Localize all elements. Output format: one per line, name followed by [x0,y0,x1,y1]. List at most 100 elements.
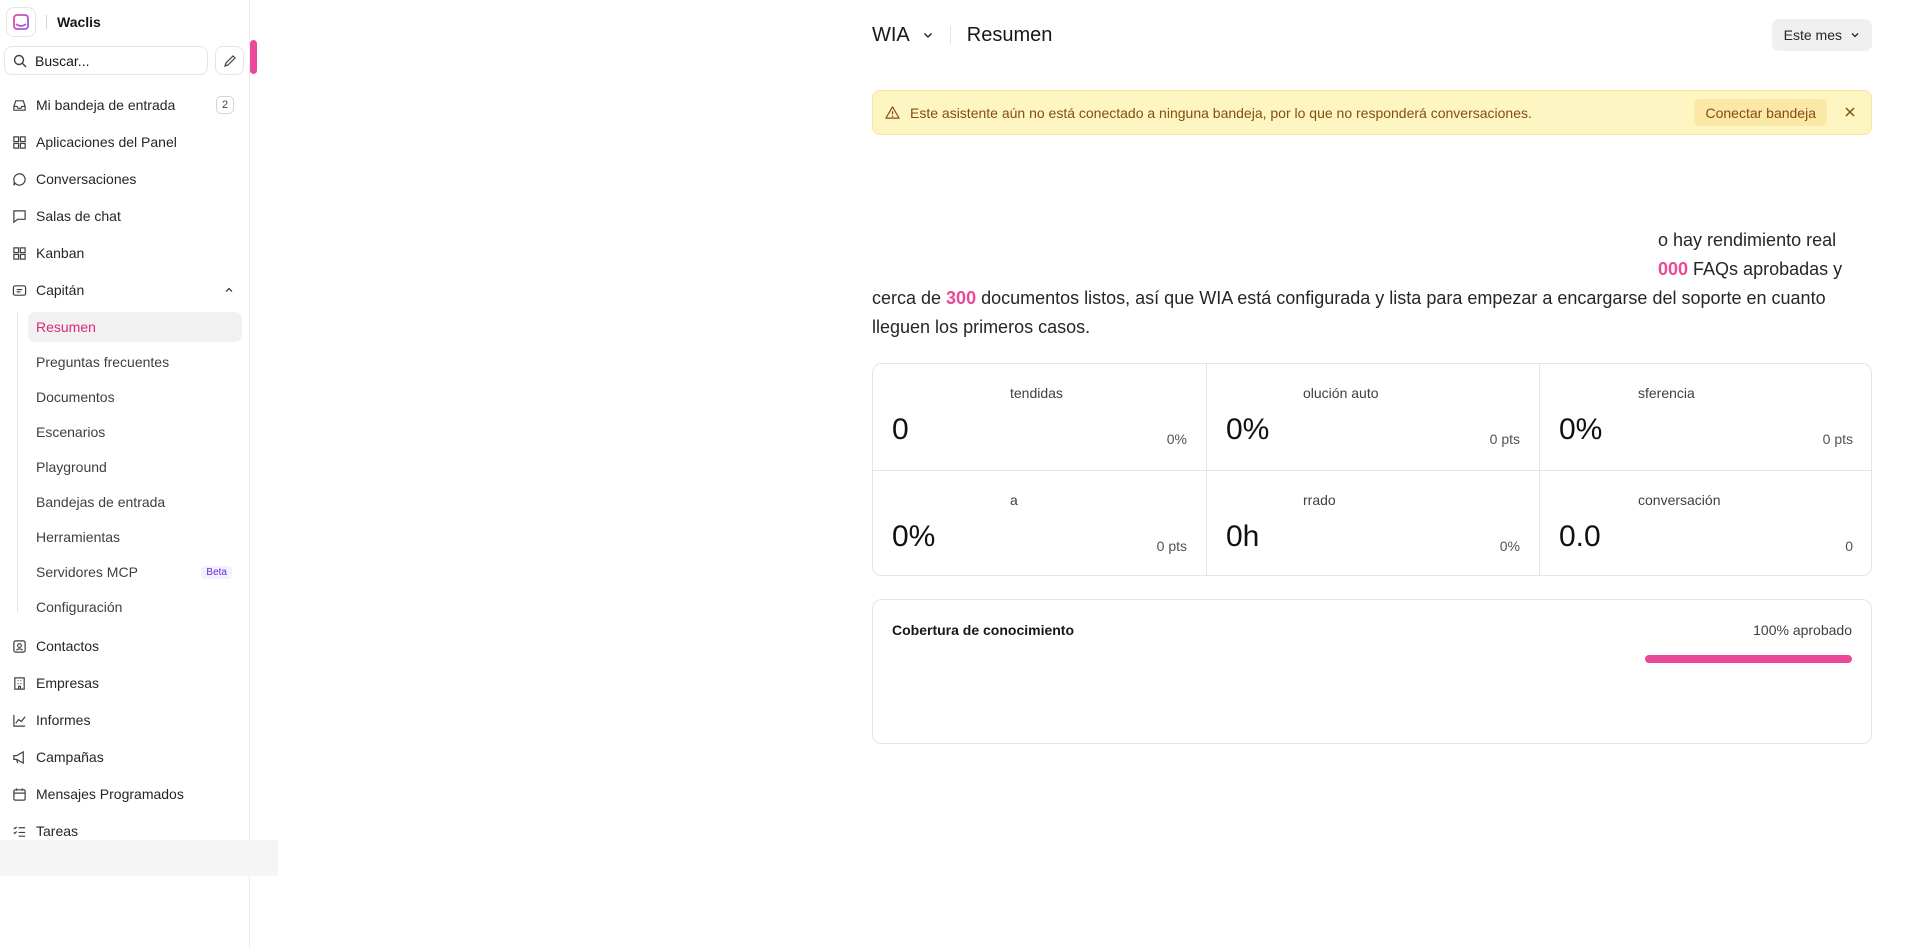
inbox-warning-banner: Este asistente aún no está conectado a n… [872,90,1872,135]
metric-label: sferencia [1638,385,1695,401]
chat-bubble-icon [13,172,26,186]
sidebar-item-scheduled-messages[interactable]: Mensajes Programados [0,779,250,809]
sidebar-item-label: Aplicaciones del Panel [36,134,177,150]
warning-triangle-icon [885,106,900,119]
account-name[interactable]: Waclis [57,14,101,30]
metric-delta: 0 pts [1489,431,1520,447]
sidebar-item-label: Conversaciones [36,171,137,187]
coverage-progress-bar [1645,655,1852,663]
connect-inbox-button[interactable]: Conectar bandeja [1694,99,1827,126]
knowledge-coverage-card: Cobertura de conocimiento 100% aprobado [872,599,1872,744]
captain-icon [12,284,27,296]
document-count-highlight: 300 [946,288,977,308]
sidebar-item-captain[interactable]: Capitán [0,275,250,305]
sidebar-item-contacts[interactable]: Contactos [0,631,250,661]
metric-delta: 0% [1166,431,1187,447]
sidebar-item-dashboard-apps[interactable]: Aplicaciones del Panel [0,127,250,157]
summary-paragraph: o hay rendimiento real 000 FAQs aprobada… [872,226,1872,342]
metric-card: olución auto 0% 0 pts [1206,364,1539,470]
calendar-clock-icon [13,787,26,801]
period-label: Este mes [1783,27,1842,43]
sidebar-subitem-inboxes[interactable]: Bandejas de entrada [28,487,242,517]
grid-icon [13,135,26,149]
sidebar-item-label: Contactos [36,638,100,654]
sidebar-subitem-tools[interactable]: Herramientas [28,522,242,552]
search-input[interactable]: Buscar... [4,46,208,75]
task-list-icon [13,825,26,837]
summary-line: cerca de 300 documentos listos, así que … [872,288,1826,308]
sidebar-item-label: Informes [36,712,91,728]
metric-value: 0.0 [1559,520,1601,553]
summary-line: lleguen los primeros casos. [872,317,1091,337]
chevron-down-icon[interactable] [922,29,934,41]
chevron-down-icon [1851,33,1859,38]
sidebar-subitem-settings[interactable]: Configuración [28,592,242,622]
metrics-grid: tendidas 0 0% olución auto 0% 0 pts sfer… [872,363,1872,576]
sidebar-subitem-documents[interactable]: Documentos [28,382,242,412]
inbox-icon [13,99,26,111]
assistant-selector[interactable]: WIA [872,24,910,47]
sidebar: Waclis Buscar... Mi bandeja de entrada 2… [0,0,278,949]
sidebar-item-label: Empresas [36,675,100,691]
faq-count-highlight: 000 [1658,259,1689,279]
sidebar-item-label: Capitán [36,282,85,298]
compose-button[interactable] [215,46,244,75]
search-row: Buscar... [4,46,244,75]
metric-delta: 0 pts [1156,538,1187,554]
coverage-value: 100% aprobado [1753,622,1852,638]
metric-value: 0% [892,520,936,553]
sidebar-item-label: Campañas [36,749,104,765]
sidebar-item-label: Salas de chat [36,208,121,224]
header-separator [949,26,951,44]
search-icon [13,54,27,67]
metric-label: conversación [1638,492,1721,508]
sidebar-item-label: Kanban [36,245,85,261]
close-icon[interactable] [1843,105,1857,119]
submenu-guide-line [17,312,18,612]
sidebar-subitem-scenarios[interactable]: Escenarios [28,417,242,447]
sidebar-subitem-playground[interactable]: Playground [28,452,242,482]
sidebar-item-campaigns[interactable]: Campañas [0,742,250,772]
metric-value: 0h [1226,520,1260,553]
page-header: WIA Resumen Este mes [872,18,1872,52]
inbox-count-badge: 2 [216,96,234,114]
brand-separator [46,15,47,29]
pencil-icon [223,54,236,67]
metric-card: conversación 0.0 0 [1539,470,1871,575]
sidebar-subitem-summary[interactable]: Resumen [28,312,242,342]
sidebar-item-label: Mensajes Programados [36,786,184,802]
sidebar-item-conversations[interactable]: Conversaciones [0,164,250,194]
sidebar-footer [0,840,278,876]
sidebar-item-inbox[interactable]: Mi bandeja de entrada 2 [0,90,250,120]
metric-value: 0 [892,413,909,446]
chevron-up-icon [225,287,233,292]
metric-delta: 0 [1845,538,1853,554]
period-dropdown[interactable]: Este mes [1771,19,1872,51]
metric-label: a [1010,492,1018,508]
sidebar-item-label: Tareas [36,823,79,839]
search-placeholder: Buscar... [35,52,90,69]
message-square-icon [13,209,26,223]
brand: Waclis [6,6,101,38]
summary-line: 000 FAQs aprobadas y [1658,259,1843,279]
app-logo[interactable] [6,7,36,37]
metric-card: sferencia 0% 0 pts [1539,364,1871,470]
summary-line: o hay rendimiento real [1658,230,1837,250]
sidebar-item-chat-rooms[interactable]: Salas de chat [0,201,250,231]
contact-card-icon [13,639,26,653]
sidebar-item-label: Mi bandeja de entrada [36,97,176,113]
sidebar-subitem-label: Servidores MCP [36,564,138,580]
sidebar-subitem-mcp-servers[interactable]: Servidores MCP Beta [28,557,242,587]
kanban-icon [13,246,26,260]
metric-delta: 0% [1499,538,1520,554]
sidebar-item-kanban[interactable]: Kanban [0,238,250,268]
sidebar-item-companies[interactable]: Empresas [0,668,250,698]
metric-value: 0% [1559,413,1603,446]
metric-card: tendidas 0 0% [873,364,1206,470]
sidebar-subitem-faqs[interactable]: Preguntas frecuentes [28,347,242,377]
building-icon [14,676,25,690]
metric-label: olución auto [1303,385,1379,401]
sidebar-resize-handle[interactable] [250,40,257,74]
sidebar-item-reports[interactable]: Informes [0,705,250,735]
coverage-progress-fill [1645,655,1852,663]
